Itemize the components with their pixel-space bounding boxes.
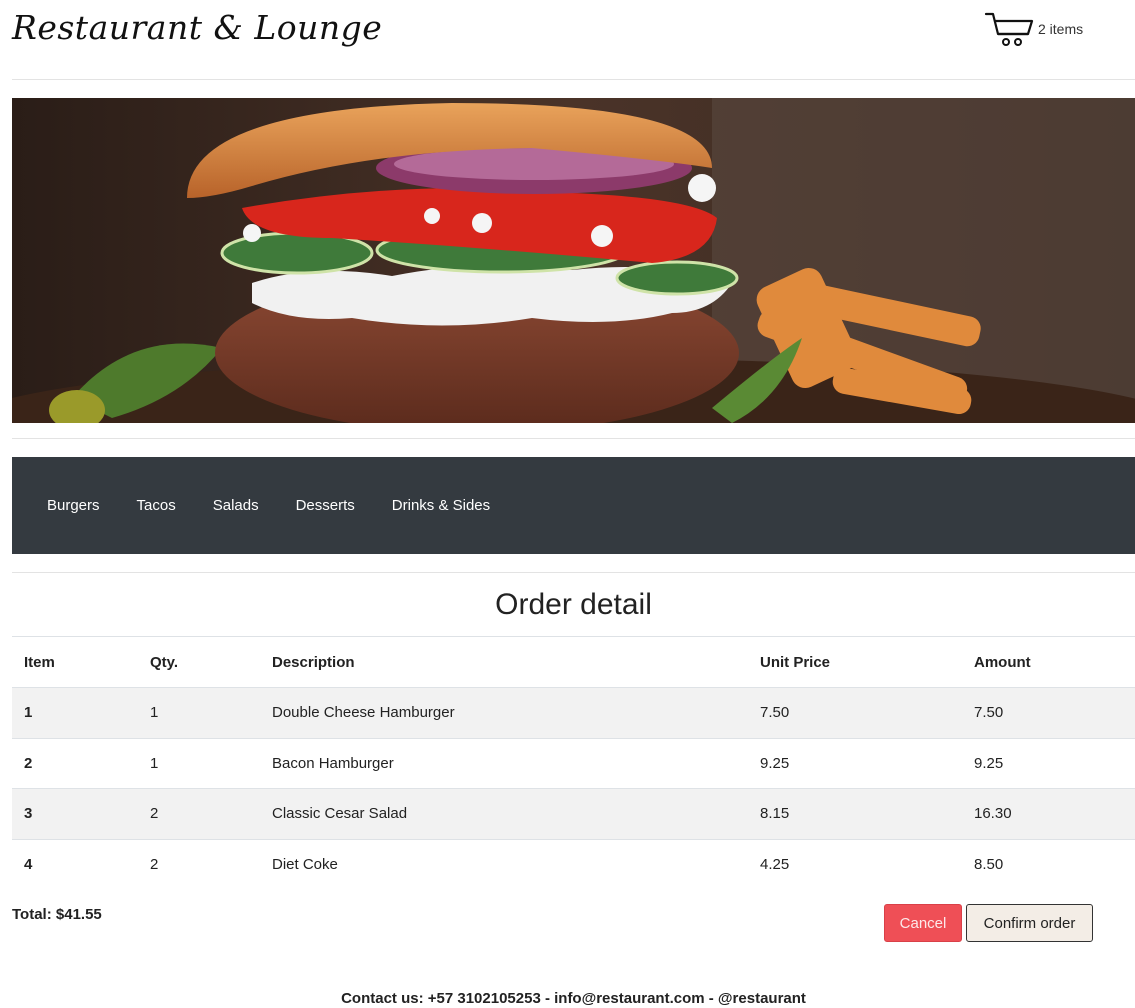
nav-item-salads[interactable]: Salads: [213, 497, 259, 514]
column-header-qty: Qty.: [150, 653, 179, 671]
cell-amount: 9.25: [974, 754, 1004, 772]
category-navbar: Burgers Tacos Salads Desserts Drinks & S…: [12, 457, 1135, 554]
table-header-row: Item Qty. Description Unit Price Amount: [12, 637, 1135, 688]
column-header-unit-price: Unit Price: [760, 653, 831, 671]
cell-unit-price: 4.25: [760, 856, 790, 874]
cell-qty: 1: [150, 754, 159, 772]
column-header-amount: Amount: [974, 653, 1031, 671]
order-table: Item Qty. Description Unit Price Amount …: [12, 636, 1135, 890]
table-row: 2 1 Bacon Hamburger 9.25 9.25: [12, 739, 1135, 789]
hero-image: [12, 98, 1135, 423]
table-row: 4 2 Diet Coke 4.25 8.50: [12, 840, 1135, 891]
cell-description: Diet Coke: [272, 856, 338, 874]
cell-unit-price: 9.25: [760, 754, 790, 772]
cell-item: 1: [24, 704, 33, 722]
cell-item: 4: [24, 856, 33, 874]
order-total: Total: $41.55: [12, 906, 102, 923]
column-header-description: Description: [272, 653, 355, 671]
cell-item: 3: [24, 805, 33, 823]
shopping-cart-icon: [984, 12, 1034, 50]
column-header-item: Item: [24, 653, 55, 671]
cell-amount: 7.50: [974, 704, 1004, 722]
nav-item-desserts[interactable]: Desserts: [296, 497, 355, 514]
cell-qty: 2: [150, 805, 159, 823]
site-header: Restaurant & Lounge 2 items: [12, 0, 1135, 80]
cell-item: 2: [24, 754, 33, 772]
contact-footer: Contact us: +57 3102105253 - info@restau…: [341, 990, 806, 1007]
divider: [12, 438, 1135, 439]
cell-description: Double Cheese Hamburger: [272, 704, 455, 722]
cell-unit-price: 8.15: [760, 805, 790, 823]
cell-description: Bacon Hamburger: [272, 754, 394, 772]
cart-link[interactable]: 2 items: [984, 12, 1083, 50]
cell-amount: 16.30: [974, 805, 1012, 823]
nav-item-tacos[interactable]: Tacos: [137, 497, 176, 514]
cancel-button[interactable]: Cancel: [884, 904, 962, 942]
table-row: 3 2 Classic Cesar Salad 8.15 16.30: [12, 789, 1135, 840]
cell-qty: 2: [150, 856, 159, 874]
cart-count: 2 items: [1038, 21, 1084, 37]
burger-photo-icon: [12, 98, 1135, 423]
table-row: 1 1 Double Cheese Hamburger 7.50 7.50: [12, 688, 1135, 739]
cell-unit-price: 7.50: [760, 704, 790, 722]
cell-description: Classic Cesar Salad: [272, 805, 408, 823]
cell-qty: 1: [150, 704, 159, 722]
cell-amount: 8.50: [974, 856, 1004, 874]
nav-item-drinks-sides[interactable]: Drinks & Sides: [392, 497, 490, 514]
nav-item-burgers[interactable]: Burgers: [47, 497, 100, 514]
brand-logo[interactable]: Restaurant & Lounge: [12, 8, 382, 47]
divider: [12, 572, 1135, 573]
confirm-order-button[interactable]: Confirm order: [966, 904, 1093, 942]
page-title: Order detail: [495, 588, 652, 621]
